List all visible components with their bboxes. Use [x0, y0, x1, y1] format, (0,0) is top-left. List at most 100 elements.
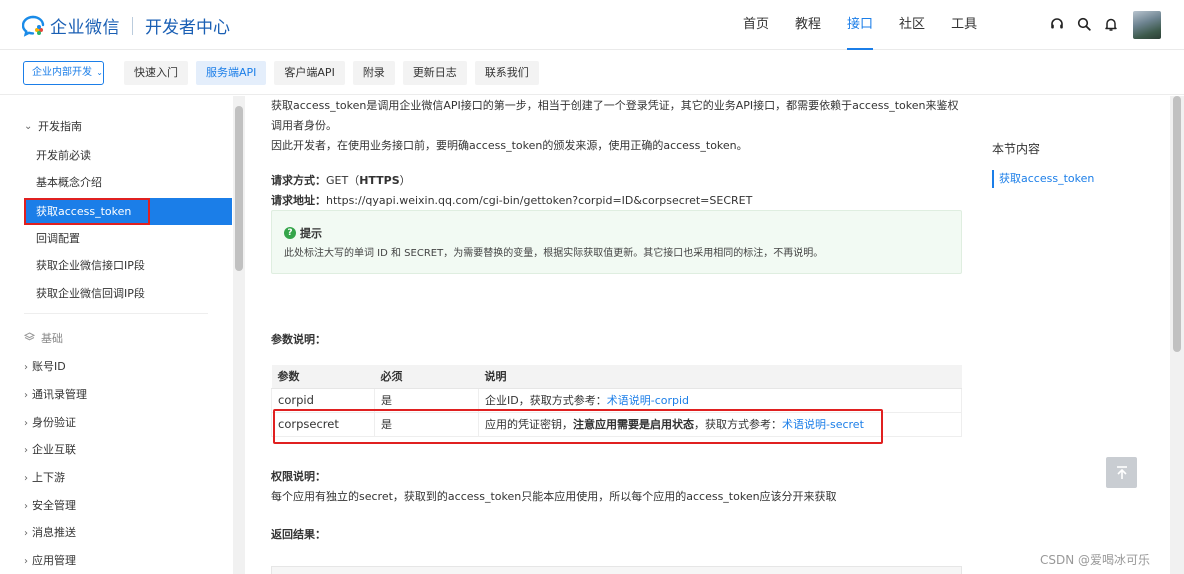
chevron-right-icon: › — [24, 390, 28, 401]
logo-subtitle: 开发者中心 — [145, 18, 230, 38]
request-url: 请求地址：https://qyapi.weixin.qq.com/cgi-bin… — [271, 192, 752, 208]
sidebar-section-label: 基础 — [41, 332, 63, 345]
org-type-select[interactable]: 企业内部开发 ⌄ — [23, 61, 104, 85]
return-title: 返回结果： — [271, 528, 326, 541]
chevron-right-icon: › — [24, 473, 28, 484]
sidebar-divider — [24, 313, 208, 314]
tip-title-label: 提示 — [300, 227, 322, 240]
logo-divider — [132, 16, 133, 35]
org-type-label: 企业内部开发 — [32, 67, 92, 78]
sidebar-item-callback[interactable]: 回调配置 — [24, 225, 232, 252]
sidebar-tree-security[interactable]: › 安全管理 — [24, 497, 76, 513]
sidebar-tree-auth[interactable]: › 身份验证 — [24, 414, 76, 430]
sidebar-tree-upstream[interactable]: › 上下游 — [24, 469, 65, 485]
sidebar-tree-app-mgmt[interactable]: › 应用管理 — [24, 552, 76, 568]
cell-desc-text: 企业ID，获取方式参考： — [485, 394, 607, 407]
sidebar-section-basic: 基础 — [23, 330, 63, 346]
cell-desc-text: 应用的凭证密钥， — [485, 418, 573, 431]
cell-required: 是 — [374, 388, 479, 413]
search-icon[interactable] — [1075, 15, 1093, 33]
col-param: 参数 — [271, 365, 375, 389]
top-nav: 首页 教程 接口 社区 工具 — [730, 0, 990, 50]
tip-text: 此处标注大写的单词 ID 和 SECRET，为需要替换的变量，根据实际获取值更新… — [284, 248, 824, 259]
sidebar-tree-messages[interactable]: › 消息推送 — [24, 524, 76, 540]
request-method-protocol: HTTPS — [359, 174, 400, 187]
intro-paragraph-1: 获取access_token是调用企业微信API接口的第一步，相当于创建了一个登… — [271, 99, 959, 132]
cell-desc: 企业ID，获取方式参考：术语说明-corpid — [478, 388, 962, 413]
tip-box: ? 提示 此处标注大写的单词 ID 和 SECRET，为需要替换的变量，根据实际… — [271, 210, 962, 274]
intro-paragraph-2: 因此开发者，在使用业务接口前，要明确access_token的颁发来源，使用正确… — [271, 139, 748, 152]
sidebar-tree-label: 安全管理 — [32, 499, 76, 512]
sidebar-tree-label: 应用管理 — [32, 554, 76, 567]
col-required: 必须 — [374, 365, 479, 389]
request-method-value: GET（ — [326, 174, 360, 187]
sidebar-item-api-ip[interactable]: 获取企业微信接口IP段 — [24, 252, 232, 279]
col-desc: 说明 — [478, 365, 962, 389]
cell-required: 是 — [374, 412, 479, 437]
sidebar-item-access-token[interactable]: 获取access_token — [24, 198, 150, 225]
top-header: 企业微信 开发者中心 首页 教程 接口 社区 工具 — [0, 0, 1184, 50]
tab-appendix[interactable]: 附录 — [352, 61, 395, 85]
sidebar-tree-label: 身份验证 — [32, 416, 76, 429]
sidebar-scrollbar[interactable] — [233, 96, 245, 574]
sidebar: ⌄ 开发指南 开发前必读 基本概念介绍 获取access_token 回调配置 … — [0, 96, 232, 574]
sidebar-tree-label: 企业互联 — [32, 443, 76, 456]
sidebar-item-concepts[interactable]: 基本概念介绍 — [24, 169, 232, 196]
tab-quick-start[interactable]: 快速入门 — [124, 61, 188, 85]
table-header-row: 参数 必须 说明 — [271, 365, 962, 389]
back-to-top-button[interactable] — [1106, 457, 1137, 488]
chevron-right-icon: › — [24, 362, 28, 373]
cell-param: corpsecret — [271, 412, 375, 437]
main-content: 获取access_token是调用企业微信API接口的第一步，相当于创建了一个登… — [245, 96, 1170, 574]
avatar[interactable] — [1133, 11, 1161, 39]
sidebar-group-dev-guide[interactable]: ⌄ 开发指南 — [24, 118, 82, 134]
cell-desc-bold: 注意应用需要是启用状态 — [573, 418, 694, 431]
sidebar-group-label: 开发指南 — [38, 120, 82, 133]
table-row: corpsecret 是 应用的凭证密钥，注意应用需要是启用状态，获取方式参考：… — [271, 412, 962, 437]
nav-api[interactable]: 接口 — [834, 0, 886, 50]
chevron-right-icon: › — [24, 528, 28, 539]
sidebar-tree-label: 上下游 — [32, 471, 65, 484]
chevron-right-icon: › — [24, 501, 28, 512]
sub-nav: 企业内部开发 ⌄ 快速入门 服务端API 客户端API 附录 更新日志 联系我们 — [0, 51, 1184, 95]
table-row: corpid 是 企业ID，获取方式参考：术语说明-corpid — [271, 388, 962, 413]
watermark: CSDN @爱喝冰可乐 — [1040, 553, 1151, 567]
main-scrollbar[interactable] — [1170, 96, 1184, 574]
wecom-logo-icon — [21, 15, 46, 37]
sidebar-tree-label: 消息推送 — [32, 526, 76, 539]
sidebar-tree-label: 通讯录管理 — [32, 388, 87, 401]
tab-contact[interactable]: 联系我们 — [474, 61, 539, 85]
cell-desc-after: ，获取方式参考： — [694, 418, 782, 431]
nav-community[interactable]: 社区 — [886, 0, 938, 50]
bell-icon[interactable] — [1102, 15, 1120, 33]
main-scrollbar-thumb[interactable] — [1173, 96, 1181, 352]
nav-home[interactable]: 首页 — [730, 0, 782, 50]
nav-tutorial[interactable]: 教程 — [782, 0, 834, 50]
sidebar-item-before-dev[interactable]: 开发前必读 — [24, 142, 232, 169]
logo[interactable]: 企业微信 开发者中心 — [21, 13, 230, 38]
sidebar-scrollbar-thumb[interactable] — [235, 106, 243, 271]
headset-icon[interactable] — [1048, 15, 1066, 33]
secret-link[interactable]: 术语说明-secret — [782, 418, 864, 431]
sidebar-tree-account-id[interactable]: › 账号ID — [24, 358, 66, 374]
sidebar-tree-label: 账号ID — [32, 360, 66, 373]
toc-link-access-token[interactable]: 获取access_token — [992, 170, 1094, 188]
tab-server-api[interactable]: 服务端API — [196, 61, 267, 85]
tab-client-api[interactable]: 客户端API — [274, 61, 345, 85]
intro-text: 获取access_token是调用企业微信API接口的第一步，相当于创建了一个登… — [271, 96, 961, 156]
chevron-down-icon: ⌄ — [96, 68, 103, 77]
tab-changelog[interactable]: 更新日志 — [402, 61, 467, 85]
layers-icon — [23, 331, 36, 345]
corpid-link[interactable]: 术语说明-corpid — [607, 394, 689, 407]
header-icons — [1048, 15, 1120, 33]
sidebar-tree-interconnect[interactable]: › 企业互联 — [24, 441, 76, 457]
chevron-right-icon: › — [24, 445, 28, 456]
params-title: 参数说明： — [271, 333, 326, 346]
cell-param: corpid — [271, 388, 375, 413]
chevron-right-icon: › — [24, 556, 28, 567]
sidebar-tree-contacts[interactable]: › 通讯录管理 — [24, 386, 87, 402]
request-url-label: 请求地址： — [271, 194, 326, 207]
chevron-down-icon: ⌄ — [24, 120, 33, 132]
sidebar-item-callback-ip[interactable]: 获取企业微信回调IP段 — [24, 280, 232, 307]
nav-tools[interactable]: 工具 — [938, 0, 990, 50]
